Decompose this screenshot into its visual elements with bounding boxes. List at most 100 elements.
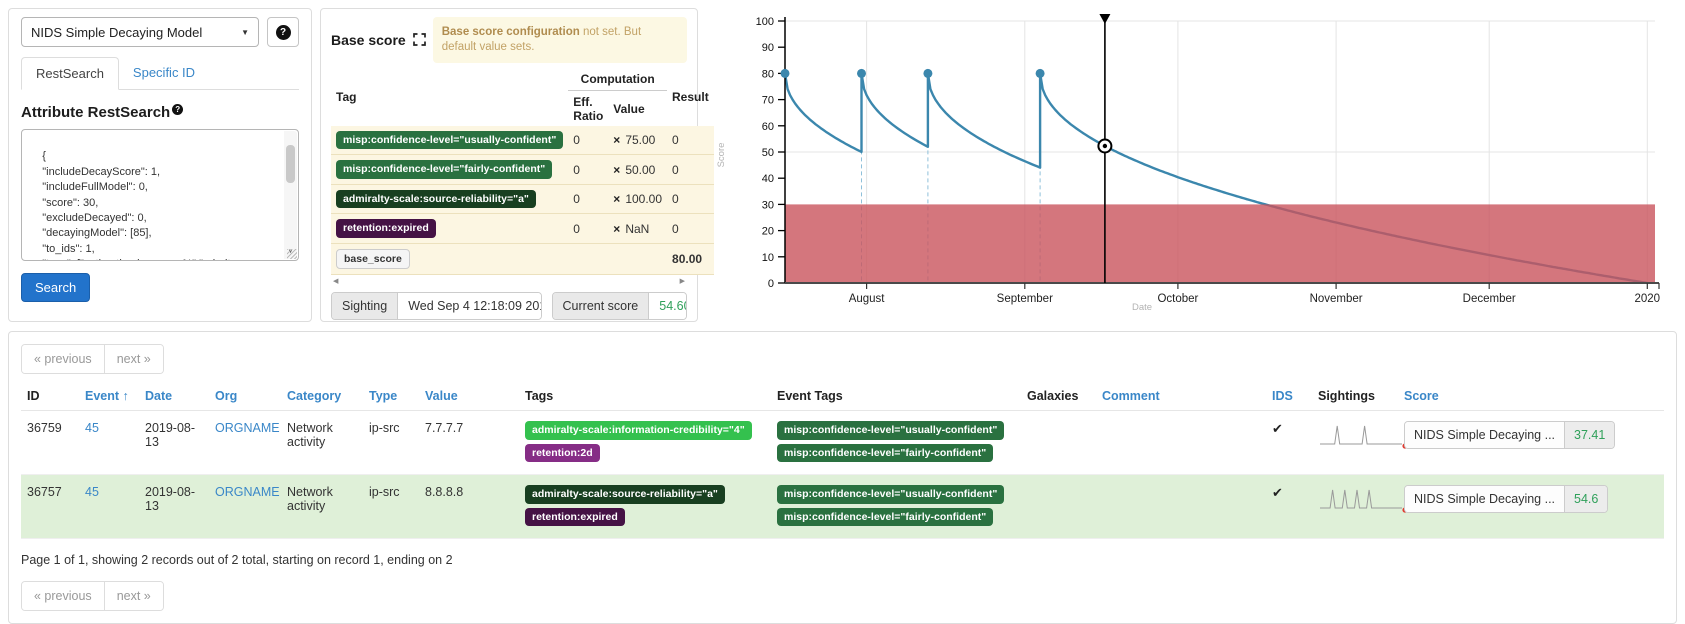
cell-galaxies <box>1021 411 1096 475</box>
previous-page-button[interactable]: « previous <box>22 345 104 373</box>
scroll-right-icon[interactable]: ▶ <box>680 277 685 285</box>
textarea-resize-handle[interactable] <box>287 249 297 259</box>
tab-restsearch[interactable]: RestSearch <box>21 57 119 90</box>
column-header-event_tags: Event Tags <box>771 382 1021 411</box>
column-header-score[interactable]: Score <box>1398 382 1664 411</box>
column-header-sightings: Sightings <box>1312 382 1398 411</box>
multiply-icon: × <box>613 192 620 206</box>
decaying-model-selected: NIDS Simple Decaying Model <box>31 25 202 40</box>
next-page-button[interactable]: next » <box>104 582 163 610</box>
cell-score: NIDS Simple Decaying ...37.41 <box>1398 411 1664 475</box>
y-tick-label: 50 <box>762 147 774 159</box>
tag-badge[interactable]: retention:2d <box>525 444 600 463</box>
current-score-label: Current score <box>553 293 650 319</box>
tag-badge: admiralty-scale:source-reliability="a" <box>336 190 536 209</box>
computation-value: ×75.00 <box>608 126 667 155</box>
event-tag-badge[interactable]: misp:confidence-level="usually-confident… <box>777 485 1004 504</box>
textarea-scrollbar[interactable]: ▲ ▼ <box>284 131 297 259</box>
y-tick-label: 100 <box>756 16 774 28</box>
expand-icon[interactable] <box>413 33 426 46</box>
scroll-left-icon[interactable]: ◀ <box>333 277 338 285</box>
x-tick-label: November <box>1310 293 1363 305</box>
tag-badge[interactable]: admiralty-scale:source-reliability="a" <box>525 485 725 504</box>
attribute-row: 36757452019-08-13ORGNAMENetwork activity… <box>21 475 1664 539</box>
event-link[interactable]: 45 <box>85 421 99 435</box>
decaying-model-select[interactable]: NIDS Simple Decaying Model ▼ <box>21 17 259 47</box>
x-tick-label: October <box>1157 293 1198 305</box>
column-header-category[interactable]: Category <box>281 382 363 411</box>
computation-value: ×NaN <box>608 214 667 244</box>
event-link[interactable]: 45 <box>85 485 99 499</box>
cell-category: Network activity <box>281 475 363 539</box>
previous-page-button[interactable]: « previous <box>22 582 104 610</box>
x-tick-label: 2020 <box>1635 293 1661 305</box>
y-tick-label: 40 <box>762 173 774 185</box>
restsearch-query-textarea[interactable]: { "includeDecayScore": 1, "includeFullMo… <box>21 129 299 261</box>
org-link[interactable]: ORGNAME <box>215 421 280 435</box>
cell-type: ip-src <box>363 475 419 539</box>
attribute-row: 36759 45 2019-08-13 ORGNAMENetwork activity… <box>21 411 1664 475</box>
pagination-top: « previous next » <box>21 344 164 374</box>
cell-tags: admiralty-scale:information-credibility=… <box>519 411 771 475</box>
cell-score: NIDS Simple Decaying ...54.6 <box>1398 475 1664 539</box>
sightings-sparkline <box>1318 485 1413 517</box>
sighting-group: Sighting Wed Sep 4 12:18:09 2019 <box>331 292 542 320</box>
pagination-bottom: « previous next » <box>21 581 164 611</box>
x-tick-label: December <box>1463 293 1516 305</box>
column-header-eff-ratio: Eff. Ratio <box>568 90 608 126</box>
cell-sightings <box>1312 475 1398 539</box>
base-score-config-alert: Base score configuration not set. But de… <box>433 17 687 63</box>
event-tag-badge[interactable]: misp:confidence-level="fairly-confident" <box>777 508 993 527</box>
column-header-value: Value <box>608 90 667 126</box>
decay-score-chart[interactable]: 0102030405060708090100AugustSeptemberOct… <box>700 0 1685 325</box>
cell-id: 36759 <box>21 411 79 475</box>
column-header-computation: Computation <box>568 69 667 91</box>
search-button[interactable]: Search <box>21 273 90 302</box>
column-header-tag: Tag <box>331 69 568 126</box>
event-tag-badge[interactable]: misp:confidence-level="fairly-confident" <box>777 444 993 463</box>
eff-ratio-value: 0 <box>568 126 608 155</box>
scrollbar-thumb[interactable] <box>286 145 295 183</box>
column-header-date[interactable]: Date <box>139 382 209 411</box>
column-header-value[interactable]: Value <box>419 382 519 411</box>
eff-ratio-value: 0 <box>568 155 608 185</box>
sighting-date: Wed Sep 4 12:18:09 2019 <box>398 293 541 319</box>
event-tag-badge[interactable]: misp:confidence-level="usually-confident… <box>777 421 1004 440</box>
next-page-button[interactable]: next » <box>104 345 163 373</box>
table-horizontal-scrollbar[interactable]: ◀ ▶ <box>331 275 687 287</box>
cell-ids: ✔ <box>1266 475 1312 539</box>
model-help-button[interactable]: ? <box>267 17 299 47</box>
ids-check-icon: ✔ <box>1272 485 1283 500</box>
column-header-org[interactable]: Org <box>209 382 281 411</box>
y-tick-label: 90 <box>762 42 774 54</box>
tab-specific-id[interactable]: Specific ID <box>119 57 209 89</box>
x-tick-label: September <box>997 293 1053 305</box>
column-header-ids[interactable]: IDS <box>1266 382 1312 411</box>
chart-cursor-handle[interactable] <box>1099 14 1110 24</box>
cell-date: 2019-08-13 <box>139 411 209 475</box>
column-header-type[interactable]: Type <box>363 382 419 411</box>
org-link[interactable]: ORGNAME <box>215 485 280 499</box>
tag-badge[interactable]: admiralty-scale:information-credibility=… <box>525 421 752 440</box>
tag-badge: misp:confidence-level="usually-confident… <box>336 131 563 150</box>
cell-event-tags: misp:confidence-level="usually-confident… <box>771 411 1021 475</box>
column-header-comment[interactable]: Comment <box>1096 382 1266 411</box>
base-score-table: Tag Computation Result Eff. Ratio Value … <box>331 69 714 276</box>
current-score-value: 54.60 <box>649 293 687 319</box>
cell-comment <box>1096 475 1266 539</box>
cell-event: 45 <box>79 411 139 475</box>
sighting-point <box>1036 69 1045 78</box>
column-header-event[interactable]: Event ↑ <box>79 382 139 411</box>
base-score-row: admiralty-scale:source-reliability="a"0×… <box>331 184 714 214</box>
tag-badge[interactable]: retention:expired <box>525 508 625 527</box>
computation-value: ×100.00 <box>608 184 667 214</box>
multiply-icon: × <box>613 163 620 177</box>
computation-value: ×50.00 <box>608 155 667 185</box>
column-header-galaxies: Galaxies <box>1021 382 1096 411</box>
cell-category: Network activity <box>281 411 363 475</box>
score-model-label: NIDS Simple Decaying ... <box>1405 422 1564 448</box>
current-score-group: Current score 54.60 <box>552 292 687 320</box>
score-group: NIDS Simple Decaying ...37.41 <box>1404 421 1615 449</box>
restsearch-heading: Attribute RestSearch? <box>21 104 299 121</box>
cursor-score-marker-dot <box>1103 144 1107 148</box>
